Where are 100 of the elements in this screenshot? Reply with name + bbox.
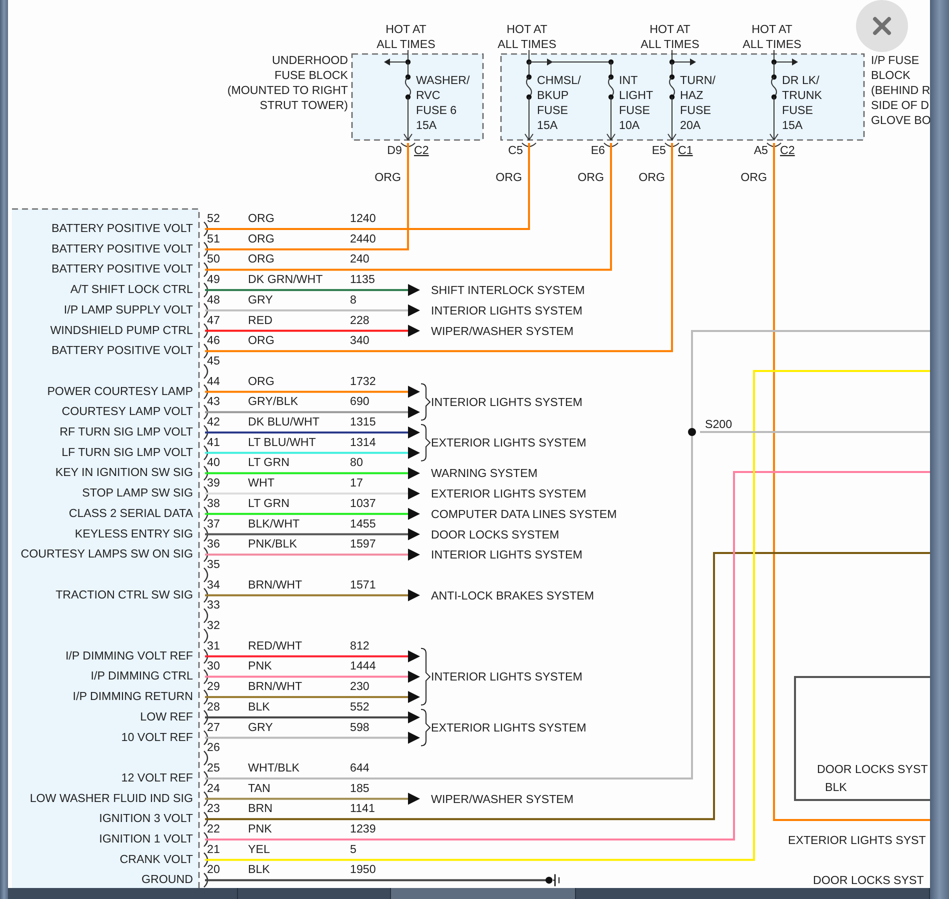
fuse-label: WASHER/ RVC FUSE 6 15A <box>416 74 470 132</box>
arrow-icon <box>408 548 420 561</box>
feed-arrow <box>672 50 696 66</box>
pin-number: 36 <box>207 538 220 551</box>
connector-cavity <box>204 486 208 501</box>
circuit-number: 1135 <box>350 273 375 286</box>
arrow-icon <box>408 386 420 398</box>
wire-color-label: PNK <box>248 822 272 836</box>
arrow-icon <box>408 426 420 438</box>
pin-number: 24 <box>207 782 220 795</box>
connector-id-label: C2 <box>414 144 429 157</box>
wire-color-label: GRY <box>248 720 273 734</box>
feed-arrow <box>774 50 798 66</box>
wire-color-label: ORG <box>374 171 401 184</box>
arrow-icon <box>408 508 420 520</box>
wire-color-label: ORG <box>578 171 604 184</box>
connector-cavity <box>204 344 208 358</box>
pin-number: 29 <box>207 680 220 694</box>
wire-color-label: GRY/BLK <box>248 395 298 408</box>
system-label: DOOR LOCKS SYSTEM <box>431 528 560 542</box>
pin-number: 28 <box>207 700 220 714</box>
pin-number: 51 <box>207 232 220 246</box>
connector-cavity <box>204 445 208 460</box>
circuit-number: 230 <box>350 680 370 694</box>
arrow-icon <box>408 691 420 704</box>
close-button[interactable] <box>856 0 908 52</box>
connector-cavity <box>204 832 208 847</box>
circuit-number: 552 <box>350 700 370 714</box>
connector-cavity <box>204 812 208 827</box>
fuse-label: CHMSL/ BKUP FUSE 15A <box>537 74 581 132</box>
wire-color-label: PNK <box>248 660 272 673</box>
connector-cavity <box>204 669 208 684</box>
connector-cavity <box>204 750 208 766</box>
arrow-icon <box>408 650 420 662</box>
circuit-label: I/P LAMP SUPPLY VOLT <box>64 303 193 316</box>
pin-number: 31 <box>207 639 220 652</box>
pin-number: 38 <box>207 496 220 510</box>
system-label: INTERIOR LIGHTS SYSTEM <box>431 670 582 684</box>
hot-at-all-times-label: HOT AT ALL TIMES <box>498 23 556 51</box>
wire-color-label: LT GRN <box>248 456 290 470</box>
circuit-label: LOW WASHER FLUID IND SIG <box>30 792 193 805</box>
circuit-number: 1571 <box>350 578 376 592</box>
system-label: WIPER/WASHER SYSTEM <box>431 792 574 806</box>
wire-color-label: BRN/WHT <box>248 578 302 592</box>
pin-number: 34 <box>207 578 220 592</box>
connector-pin-label: E6 <box>590 144 605 157</box>
wire-color-label: LT GRN <box>248 496 290 510</box>
pin-number: 27 <box>207 720 220 734</box>
fuse-block-label: I/P FUSE BLOCK (BEHIND R SIDE OF D GLOVE BO <box>871 54 930 127</box>
fuse-icon <box>604 59 618 147</box>
circuit-label: CRANK VOLT <box>120 852 193 866</box>
fuse-block-label: UNDERHOOD FUSE BLOCK (MOUNTED TO RIGHT STRUT TOWER) <box>227 54 348 112</box>
wire-color-label: BRN <box>248 802 272 816</box>
brace <box>420 424 430 462</box>
system-label: WIPER/WASHER SYSTEM <box>431 324 574 338</box>
fuse-icon <box>400 59 416 147</box>
connector-id-label: C2 <box>780 144 795 157</box>
pin-number: 35 <box>207 558 220 571</box>
connector-cavity <box>204 282 208 298</box>
connector-cavity <box>204 506 208 522</box>
wire-color-label: PNK/BLK <box>248 538 297 551</box>
circuit-label: LOW REF <box>140 710 193 724</box>
circuit-label: KEY IN IGNITION SW SIG <box>55 466 193 480</box>
circuit-number: 1239 <box>350 822 376 836</box>
circuit-label: CLASS 2 SERIAL DATA <box>68 506 193 520</box>
circuit-label: LF TURN SIG LMP VOLT <box>62 446 193 459</box>
system-label: INTERIOR LIGHTS SYSTEM <box>431 548 582 562</box>
connector-cavity <box>204 852 208 868</box>
arrow-icon <box>408 670 420 683</box>
wire-color-label: BRN/WHT <box>248 680 302 694</box>
brace <box>420 383 430 421</box>
circuit-label: I/P DIMMING VOLT REF <box>65 649 193 662</box>
connector-cavity <box>204 710 208 725</box>
system-label: DOOR LOCKS SYST <box>813 874 924 887</box>
connector-cavity <box>204 547 208 562</box>
system-label: DOOR LOCKS SYST <box>817 763 928 776</box>
connector-cavity <box>204 384 208 400</box>
arrow-icon <box>408 711 420 724</box>
pin-number: 26 <box>207 741 220 754</box>
connector-id-label: C1 <box>678 144 693 157</box>
circuit-label: BATTERY POSITIVE VOLT <box>51 344 193 358</box>
circuit-label: IGNITION 1 VOLT <box>99 832 193 846</box>
wire-color-label: ORG <box>248 374 274 388</box>
circuit-number: 1141 <box>350 802 375 816</box>
feed-arrow <box>384 50 408 66</box>
wire-color-label: ORG <box>638 171 665 184</box>
wire-color-label: BLK <box>248 700 270 714</box>
wire-color-label: DK BLU/WHT <box>248 416 320 428</box>
pin-number: 47 <box>207 314 220 327</box>
arrow-icon <box>408 792 420 805</box>
system-label: COMPUTER DATA LINES SYSTEM <box>431 508 617 521</box>
circuit-label: COURTESY LAMP VOLT <box>62 405 193 418</box>
circuit-number: 1732 <box>350 374 376 388</box>
connector-cavity <box>204 568 208 582</box>
connector-pin-label: A5 <box>754 144 768 157</box>
circuit-number: 228 <box>350 314 370 327</box>
connector-cavity <box>204 262 208 278</box>
connector-cavity <box>204 588 208 603</box>
wire-color-label: YEL <box>248 842 270 856</box>
pin-number: 20 <box>207 863 220 876</box>
